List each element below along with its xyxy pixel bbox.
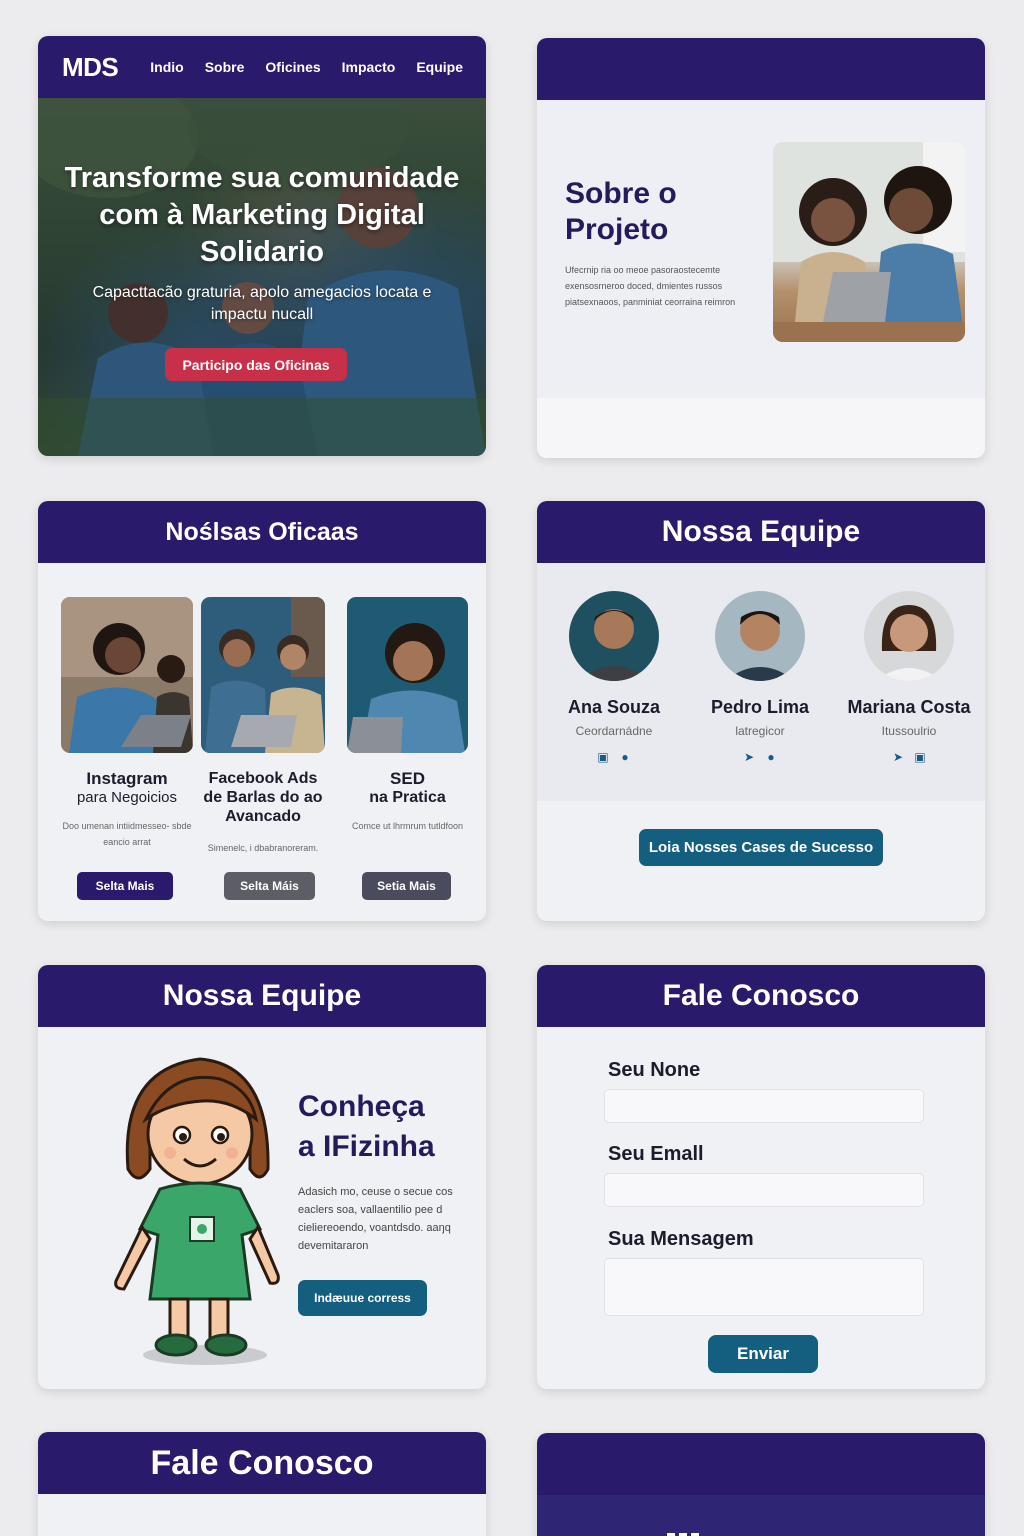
workshop-item: Instagram para Negoicios Doo umenan inti…	[61, 597, 193, 850]
team-card: Nossa Equipe Ana Souza Ceordarnádne ▣ ● …	[537, 501, 985, 921]
about-card: Sobre o Projeto Ufecrnip ria oo meoe pas…	[537, 38, 985, 458]
message-label: Sua Mensagem	[608, 1228, 754, 1250]
chat-icon[interactable]: ●	[618, 750, 632, 764]
about-body: Sobre o Projeto Ufecrnip ria oo meoe pas…	[537, 100, 985, 398]
workshop-item: SED na Pratica Comce ut lhrmrum tutldfoo…	[347, 597, 468, 834]
nav-item-oficinas[interactable]: Oficines	[265, 59, 320, 75]
about-title: Sobre o Projeto	[565, 177, 677, 246]
nav-item-impacto[interactable]: Impacto	[342, 59, 396, 75]
contact-heading-2: Fale Conosco	[38, 1432, 486, 1494]
top-navbar: MDS Indio Sobre Oficines Impacto Equipe	[38, 36, 486, 98]
footer-logo-icon	[667, 1533, 699, 1536]
avatar	[864, 591, 954, 681]
mascot-illustration	[114, 1057, 280, 1365]
lock-icon[interactable]: ▣	[596, 750, 610, 764]
team-member: Mariana Costa Itussoulrio ➤ ▣	[839, 591, 979, 764]
member-role: Ceordarnádne	[575, 724, 653, 738]
workshop-subtitle: para Negoicios	[76, 789, 178, 806]
twitter-icon[interactable]: ➤	[742, 750, 756, 764]
workshop-description: Doo umenan intiidmesseo- sbde eancio arr…	[62, 821, 192, 847]
about-text: Ufecrnip ria oo meoe pasoraostecemte exe…	[565, 265, 736, 307]
hero-title: Transforme sua comunidade com à Marketin…	[64, 162, 460, 268]
workshop-description: Comce ut lhrmrum tutldfoon	[351, 821, 464, 831]
team-member: Ana Souza Ceordarnádne ▣ ●	[544, 591, 684, 764]
hero-card: MDS Indio Sobre Oficines Impacto Equipe …	[38, 36, 486, 456]
twitter-icon[interactable]: ➤	[891, 750, 905, 764]
participate-button[interactable]: Participo das Oficinas	[165, 348, 347, 381]
nav-item-equipe[interactable]: Equipe	[416, 59, 463, 75]
workshop-more-button[interactable]: Selta Máis	[224, 872, 315, 900]
hero-background-photo	[38, 98, 486, 456]
nav-item-sobre[interactable]: Sobre	[205, 59, 245, 75]
footer-band	[537, 1495, 985, 1536]
mascot-text: Adasich mo, ceuse o secue cos eaclers so…	[298, 1186, 453, 1252]
workshop-item: Facebook Ads de Barlas do ao Avancado Si…	[201, 597, 325, 856]
footer-header-bar	[537, 1433, 985, 1495]
about-photo	[773, 142, 965, 342]
message-field[interactable]	[604, 1258, 924, 1316]
contact-card: Fale Conosco Seu None Seu Emall Sua Mens…	[537, 965, 985, 1389]
avatar	[715, 591, 805, 681]
member-name: Mariana Costa	[847, 697, 971, 717]
site-logo[interactable]: MDS	[62, 52, 119, 83]
mascot-heading: Nossa Equipe	[38, 965, 486, 1027]
email-field[interactable]	[604, 1173, 924, 1207]
workshop-photo-facebook	[201, 597, 325, 753]
mascot-title: Conheça a IFizinha	[298, 1090, 435, 1163]
workshop-subtitle: na Pratica	[369, 789, 446, 806]
mascot-button[interactable]: Indæuue corress	[298, 1280, 427, 1316]
workshop-photo-seo	[347, 597, 468, 753]
team-heading: Nossa Equipe	[537, 501, 985, 563]
member-name: Ana Souza	[567, 697, 660, 717]
hero-subtitle: Capacttacão graturia, apolo amegacios lo…	[92, 284, 432, 323]
member-name: Pedro Lima	[710, 697, 810, 717]
team-member: Pedro Lima latregicor ➤ ●	[690, 591, 830, 764]
about-footer	[537, 398, 985, 458]
about-header-bar	[537, 38, 985, 100]
name-field[interactable]	[604, 1089, 924, 1123]
contact-heading: Fale Conosco	[537, 965, 985, 1027]
member-role: Itussoulrio	[881, 724, 937, 738]
email-label: Seu Emall	[608, 1143, 704, 1165]
member-role: latregicor	[735, 724, 785, 738]
telegram-icon[interactable]: ●	[764, 750, 778, 764]
workshop-title: SED	[390, 769, 425, 788]
nav-item-indio[interactable]: Indio	[150, 59, 183, 75]
contact-card-2: Fale Conosco	[38, 1432, 486, 1536]
workshop-more-button[interactable]: Selta Mais	[77, 872, 173, 900]
mascot-card: Nossa Equipe Conheça a IFizinha Adasich …	[38, 965, 486, 1389]
footer-card	[537, 1433, 985, 1536]
workshop-photo-instagram	[61, 597, 193, 753]
workshop-more-button[interactable]: Setia Mais	[362, 872, 451, 900]
workshop-title: Facebook Ads de Barlas do ao Avancado	[203, 770, 323, 825]
workshop-description: Simenelc, i dbabranoreram.	[207, 843, 319, 853]
name-label: Seu None	[608, 1059, 701, 1081]
submit-button[interactable]: Enviar	[708, 1335, 818, 1373]
instagram-icon[interactable]: ▣	[913, 750, 927, 764]
workshops-card: Noślsas Oficaas Instagram para Negoicios…	[38, 501, 486, 921]
workshop-title: Instagram	[86, 769, 168, 788]
success-cases-button[interactable]: Loia Nosses Cases de Sucesso	[639, 829, 883, 866]
avatar	[569, 591, 659, 681]
workshops-heading: Noślsas Oficaas	[38, 501, 486, 563]
